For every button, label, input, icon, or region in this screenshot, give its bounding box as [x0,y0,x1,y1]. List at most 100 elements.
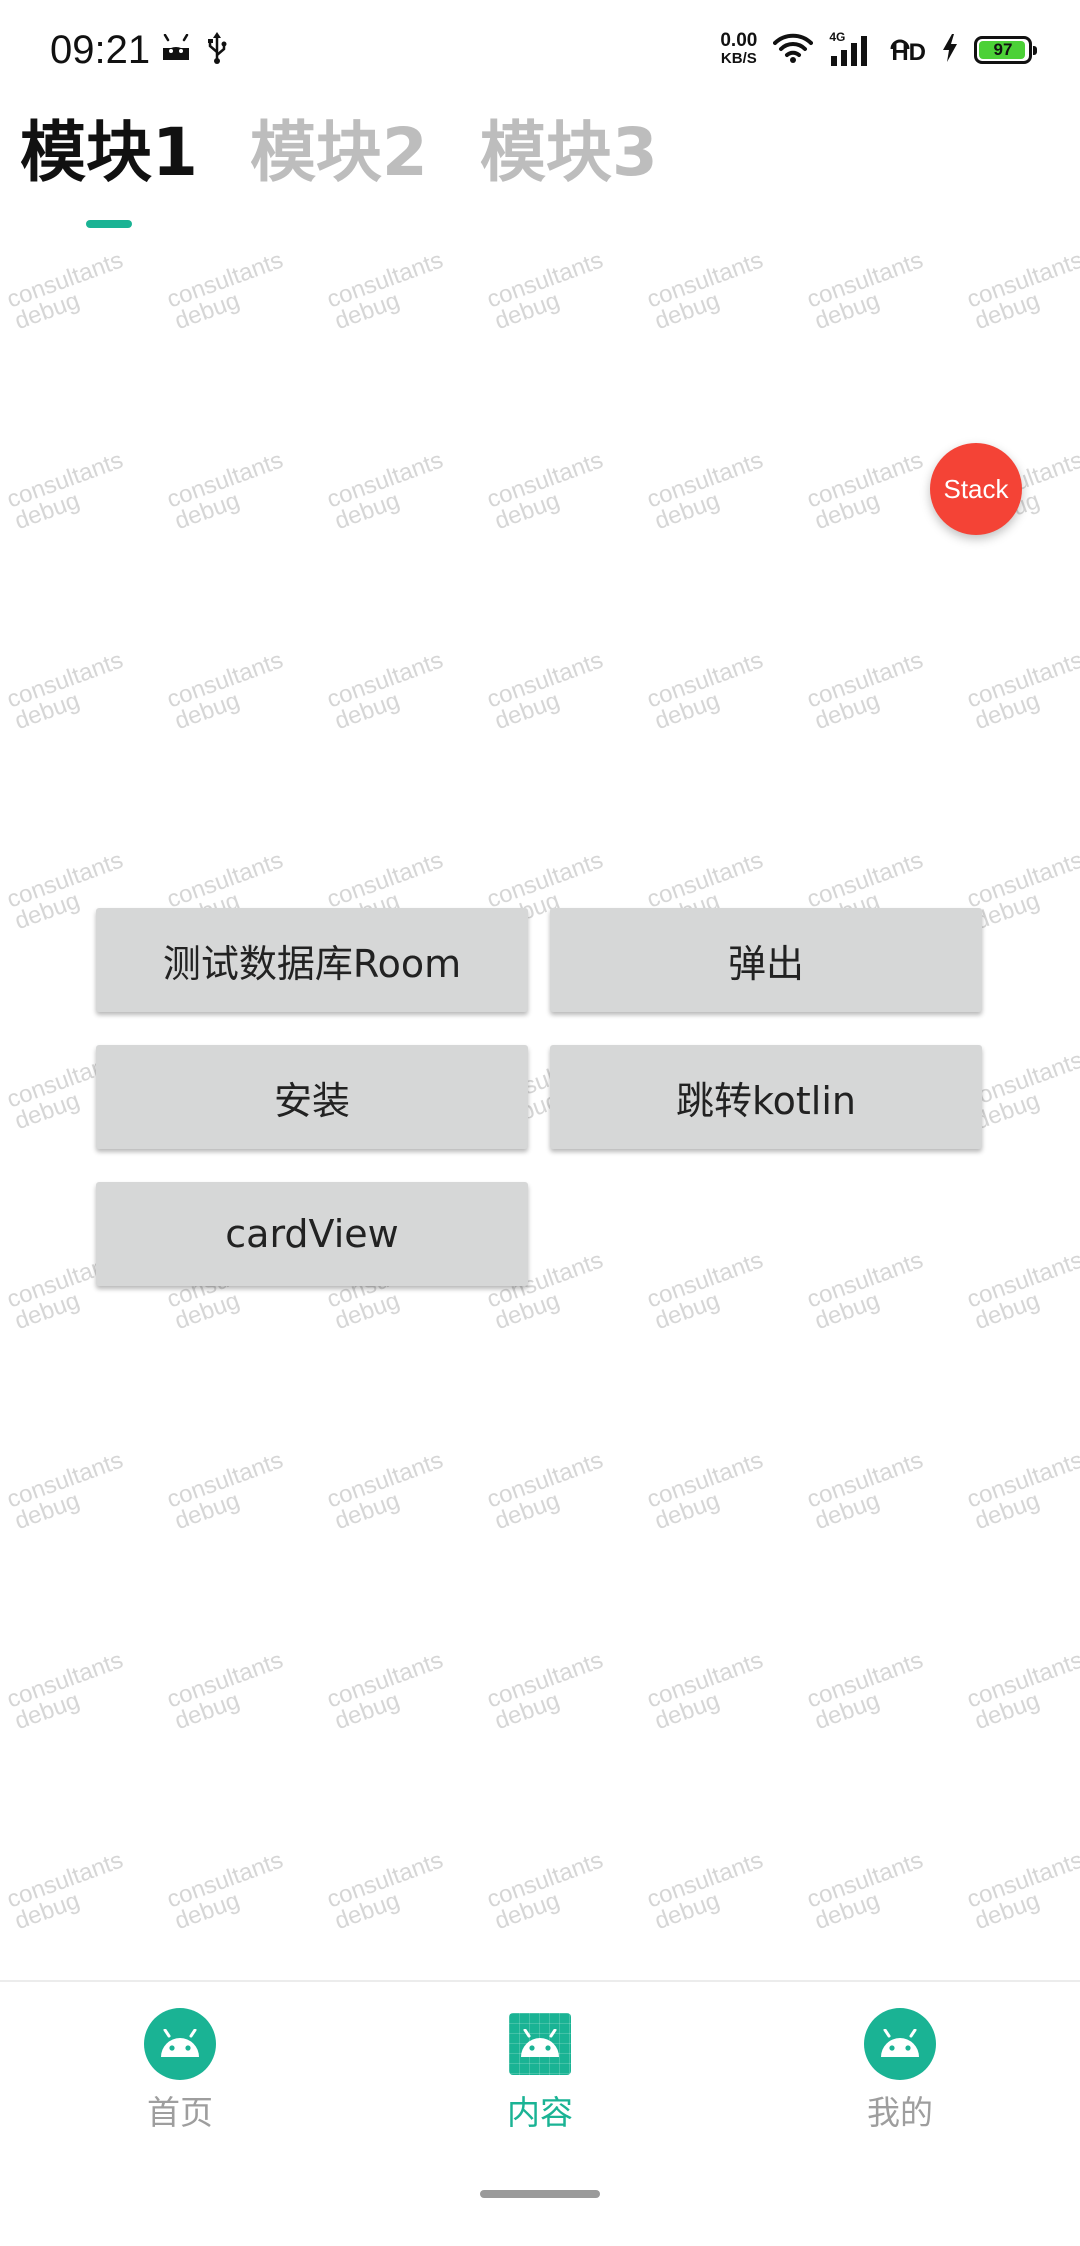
watermark-text: consultantsdebug [803,1647,934,1736]
watermark-line: consultants [483,1846,607,1914]
watermark-line: consultants [163,646,287,714]
watermark-text: consultantsdebug [3,446,134,536]
watermark-line: consultants [483,846,607,914]
tab-module-2[interactable]: 模块2 [250,120,428,186]
watermark-line: consultants [3,246,127,314]
watermark-line: debug [11,1486,84,1536]
watermark-text: consultantsdebug [483,1446,614,1536]
watermark-line: debug [651,1486,724,1536]
nav-item-content[interactable]: 内容 [450,2008,630,2134]
watermark-line: debug [331,1686,404,1736]
watermark-line: consultants [963,846,1080,914]
watermark-line: debug [11,1886,84,1936]
tab-module-1[interactable]: 模块1 [20,120,198,186]
watermark-line: consultants [483,1446,607,1514]
watermark-line: consultants [643,646,767,714]
watermark-line: consultants [963,1646,1080,1714]
watermark-line: debug [971,1686,1044,1736]
watermark-line: consultants [643,846,767,914]
watermark-line: debug [331,1886,404,1936]
android-icon [864,2008,936,2080]
watermark-line: debug [971,1486,1044,1536]
watermark-line: debug [971,686,1044,736]
watermark-line: consultants [323,446,447,514]
watermark-line: debug [811,286,884,336]
watermark-text: consultantsdebug [483,1647,614,1736]
watermark-line: consultants [963,1846,1080,1914]
watermark-line: consultants [323,1646,447,1714]
watermark-line: consultants [323,1846,447,1914]
nav-item-mine[interactable]: 我的 [810,2008,990,2134]
watermark-line: consultants [323,246,447,314]
watermark-text: consultantsdebug [323,1846,454,1936]
watermark-text: consultantsdebug [163,1646,294,1736]
watermark-text: consultantsdebug [643,446,774,536]
watermark-text: consultantsdebug [803,447,934,536]
watermark-text: consultantsdebug [163,1447,294,1536]
watermark-text: consultantsdebug [483,647,614,736]
top-tabs: 模块1 模块2 模块3 [20,120,658,186]
watermark-line: debug [331,1486,404,1536]
watermark-line: consultants [3,1646,127,1714]
net-speed-unit: KB/S [720,50,757,67]
watermark-text: consultantsdebug [483,446,614,536]
watermark-line: debug [651,486,724,536]
watermark-line: consultants [803,646,927,714]
watermark-line: consultants [643,1446,767,1514]
bottom-nav: 首页 内容 我的 [0,1980,1080,2246]
watermark-text: consultantsdebug [163,247,294,336]
watermark-line: debug [971,1886,1044,1936]
nav-label-home: 首页 [147,2093,213,2132]
charging-icon [942,34,958,66]
watermark-text: consultantsdebug [3,246,134,336]
cardview-button[interactable]: cardView [96,1182,528,1286]
watermark-line: debug [811,686,884,736]
tab-module-3[interactable]: 模块3 [480,120,658,186]
watermark-line: consultants [163,446,287,514]
stack-fab-button[interactable]: Stack [930,443,1022,535]
watermark-line: debug [971,1086,1044,1136]
home-indicator[interactable] [480,2190,600,2198]
watermark-line: debug [11,486,84,536]
watermark-text: consultantsdebug [323,446,454,536]
watermark-line: debug [171,1686,244,1736]
watermark-text: consultantsdebug [3,1446,134,1536]
watermark-text: consultantsdebug [803,1847,934,1936]
watermark-line: debug [811,1486,884,1536]
watermark-line: consultants [163,1646,287,1714]
watermark-line: debug [491,286,564,336]
watermark-text: consultantsdebug [803,646,934,736]
signal-icon: 4G [829,30,873,66]
popup-button[interactable]: 弹出 [550,908,982,1012]
watermark-line: debug [171,1486,244,1536]
android-icon [160,33,192,66]
watermark-line: debug [491,686,564,736]
watermark-text: consultantsdebug [483,246,614,336]
android-icon [509,2013,571,2075]
hd-icon: HD [889,33,926,67]
nav-item-home[interactable]: 首页 [90,2008,270,2134]
watermark-line: debug [11,1686,84,1736]
watermark-line: consultants [483,246,607,314]
watermark-line: consultants [483,446,607,514]
watermark-line: consultants [643,1646,767,1714]
room-db-test-button[interactable]: 测试数据库Room [96,908,528,1012]
watermark-line: consultants [3,1446,127,1514]
watermark-text: consultantsdebug [163,1847,294,1936]
watermark-line: debug [811,486,884,536]
install-button[interactable]: 安装 [96,1045,528,1149]
watermark-line: debug [651,286,724,336]
watermark-text: consultantsdebug [163,646,294,736]
watermark-line: consultants [803,1446,927,1514]
watermark-text: consultantsdebug [963,1846,1080,1936]
tab-indicator [86,220,132,228]
watermark-text: consultantsdebug [483,1846,614,1936]
watermark-line: debug [11,286,84,336]
watermark-text: consultantsdebug [323,647,454,736]
hd-label: HD [891,39,926,66]
watermark-line: consultants [3,1846,127,1914]
watermark-line: debug [491,1886,564,1936]
jump-kotlin-button[interactable]: 跳转kotlin [550,1045,982,1149]
watermark-line: consultants [643,446,767,514]
watermark-line: consultants [3,446,127,514]
